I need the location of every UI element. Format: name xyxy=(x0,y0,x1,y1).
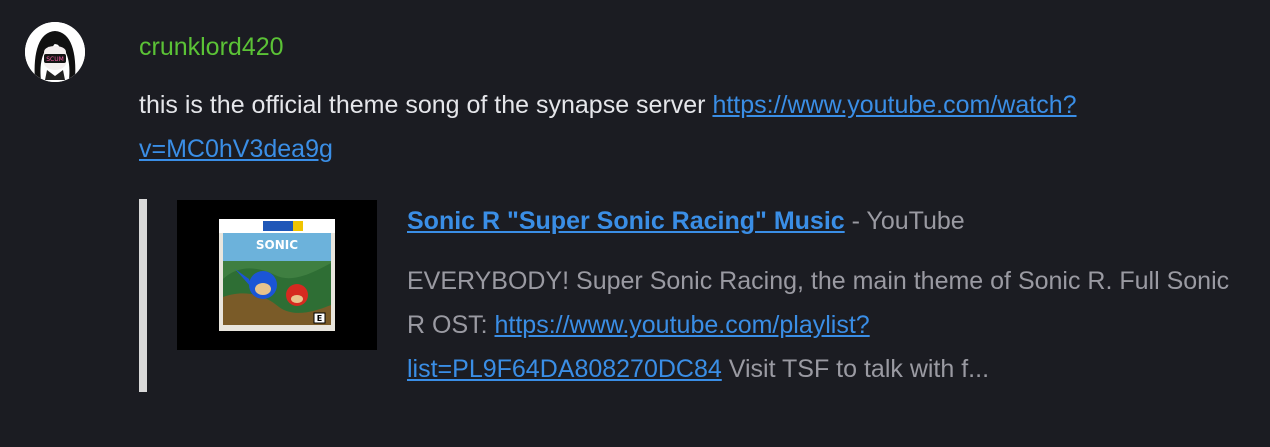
embed-description-suffix: Visit TSF to talk with f... xyxy=(721,355,990,383)
message-text: this is the official theme song of the s… xyxy=(139,91,713,119)
embed-accent-bar xyxy=(139,199,147,392)
avatar-badge-text: SCUM xyxy=(46,56,64,63)
message-link-line2[interactable]: v=MC0hV3dea9g xyxy=(139,135,333,163)
message-body: this is the official theme song of the s… xyxy=(139,83,1219,171)
embed-site-name: - YouTube xyxy=(844,207,965,235)
embed-thumbnail[interactable]: SONIC E xyxy=(177,200,377,350)
sonic-r-box-art-icon: SONIC E xyxy=(219,219,335,331)
username[interactable]: crunklord420 xyxy=(139,31,284,63)
user-avatar[interactable]: SCUM xyxy=(25,22,85,82)
message-link-line1[interactable]: https://www.youtube.com/watch? xyxy=(712,91,1076,119)
embed-title: Sonic R "Super Sonic Racing" Music - You… xyxy=(407,204,965,238)
svg-text:E: E xyxy=(317,314,322,323)
embed-description: EVERYBODY! Super Sonic Racing, the main … xyxy=(407,259,1242,391)
svg-text:SONIC: SONIC xyxy=(256,238,298,252)
embed-title-link[interactable]: Sonic R "Super Sonic Racing" Music xyxy=(407,207,845,235)
anime-girl-avatar-icon: SCUM xyxy=(25,22,85,82)
embed-link-line2[interactable]: list=PL9F64DA808270DC84 xyxy=(407,355,722,383)
embed-link-line1[interactable]: https://www.youtube.com/playlist? xyxy=(495,311,870,339)
